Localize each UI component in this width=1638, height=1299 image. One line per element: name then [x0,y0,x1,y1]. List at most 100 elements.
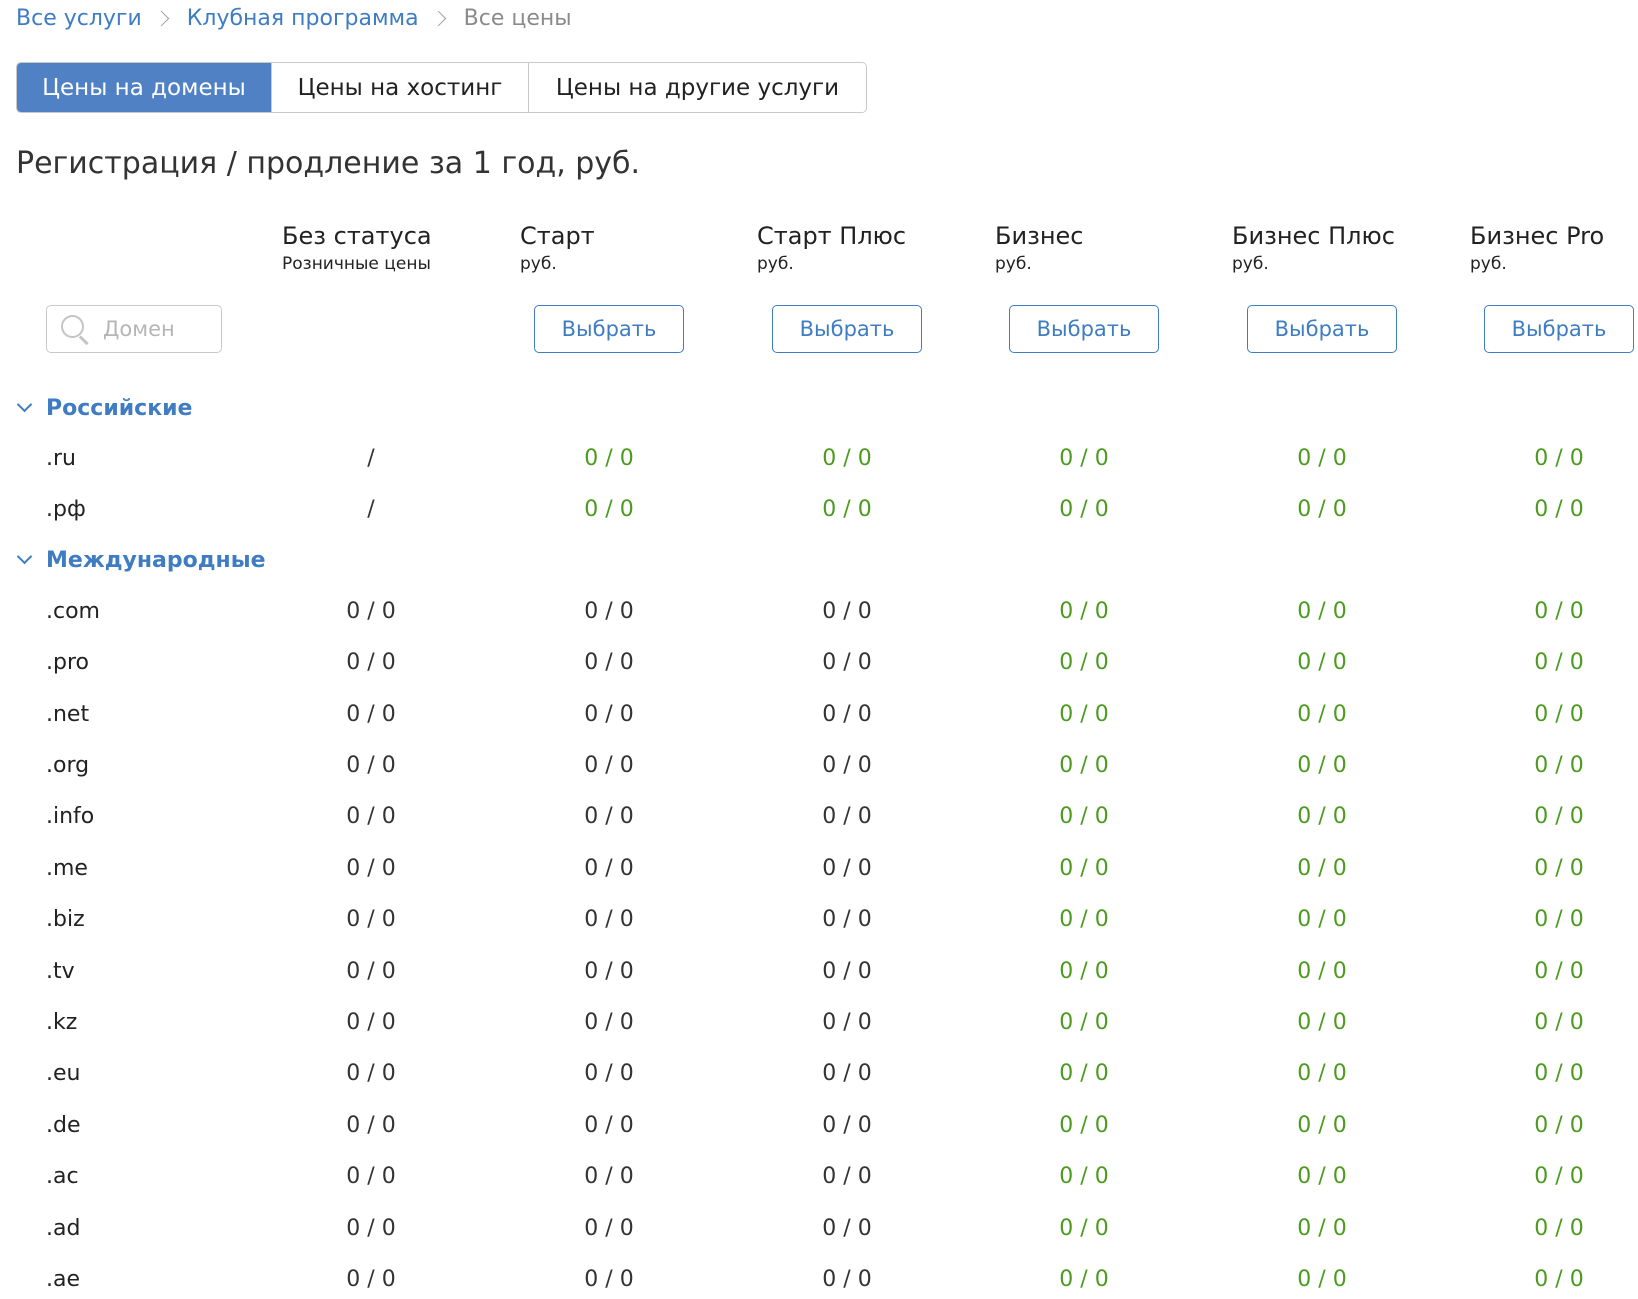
price-cell: 0 / 0 [822,701,872,727]
price-cell: 0 / 0 [1534,650,1584,676]
price-cell: 0 / 0 [1297,1215,1347,1241]
domain-search-input[interactable] [103,317,213,341]
tab-other-services-prices[interactable]: Цены на другие услуги [529,63,866,112]
domain-zone: .com [46,598,100,624]
search-icon [61,315,89,345]
price-cell: 0 / 0 [1297,1164,1347,1190]
column-header-name: Старт Плюс [757,222,907,250]
price-cell: 0 / 0 [822,1061,872,1087]
page-title: Регистрация / продление за 1 год, руб. [16,146,641,181]
price-cell: 0 / 0 [346,804,396,830]
price-cell: 0 / 0 [346,1164,396,1190]
group-label: Международные [46,548,266,574]
choose-plan-button[interactable]: Выбрать [1484,305,1634,353]
column-header-name: Бизнес Плюс [1232,222,1395,250]
price-cell: 0 / 0 [822,1112,872,1138]
price-cell: 0 / 0 [584,1267,634,1292]
domain-zone: .net [46,701,90,727]
price-cell: 0 / 0 [822,804,872,830]
breadcrumb: Все услуги Клубная программа Все цены [16,4,572,32]
price-cell: 0 / 0 [1297,804,1347,830]
price-cell: 0 / 0 [1059,753,1109,778]
breadcrumb-club-program[interactable]: Клубная программа [187,6,419,31]
choose-plan-button[interactable]: Выбрать [1009,305,1159,353]
table-row: .com 0 / 0 0 / 0 0 / 0 0 / 0 0 / 0 0 / 0 [0,592,1638,632]
price-cell: 0 / 0 [1297,1010,1347,1035]
table-row: .org 0 / 0 0 / 0 0 / 0 0 / 0 0 / 0 0 / 0 [0,746,1638,786]
price-cell: 0 / 0 [1059,855,1109,881]
price-cell: 0 / 0 [822,753,872,778]
price-cell: 0 / 0 [1534,907,1584,933]
price-cell: 0 / 0 [1297,753,1347,778]
price-cell: 0 / 0 [822,958,872,984]
price-cell: / [367,446,375,471]
price-cell: 0 / 0 [584,1215,634,1241]
price-cell: 0 / 0 [1297,855,1347,881]
choose-plan-button[interactable]: Выбрать [1247,305,1397,353]
price-cell: 0 / 0 [346,1010,396,1035]
table-row: .me 0 / 0 0 / 0 0 / 0 0 / 0 0 / 0 0 / 0 [0,849,1638,889]
price-cell: 0 / 0 [584,1061,634,1087]
price-cell: 0 / 0 [1534,446,1584,471]
price-cell: 0 / 0 [1059,701,1109,727]
column-header-subtitle: руб. [520,254,557,274]
tab-domain-prices[interactable]: Цены на домены [17,63,272,112]
breadcrumb-current: Все цены [463,5,572,31]
domain-zone: .eu [46,1061,81,1087]
price-cell: 0 / 0 [584,804,634,830]
price-cell: / [367,497,375,523]
price-cell: 0 / 0 [346,1215,396,1241]
price-cell: 0 / 0 [1534,753,1584,778]
group-label: Российские [46,395,193,421]
price-cell: 0 / 0 [1059,1164,1109,1190]
price-cell: 0 / 0 [584,907,634,933]
domain-zone: .biz [46,907,85,933]
price-cell: 0 / 0 [822,1164,872,1190]
price-cell: 0 / 0 [1059,958,1109,984]
choose-plan-button[interactable]: Выбрать [534,305,684,353]
group-header[interactable]: Российские [16,393,192,423]
column-header-subtitle: руб. [1232,254,1269,274]
price-cell: 0 / 0 [1534,804,1584,830]
domain-search[interactable] [46,305,222,353]
price-cell: 0 / 0 [822,497,872,523]
domain-zone: .org [46,753,90,778]
column-header-name: Бизнес Pro [1470,222,1605,250]
table-row: .рф / 0 / 0 0 / 0 0 / 0 0 / 0 0 / 0 [0,490,1638,530]
chevron-down-icon [16,396,33,412]
domain-zone: .рф [46,497,86,523]
price-cell: 0 / 0 [584,1164,634,1190]
column-header-subtitle: руб. [995,254,1032,274]
domain-zone: .kz [46,1010,78,1035]
column-header-subtitle: руб. [1470,254,1507,274]
group-header[interactable]: Международные [16,546,266,576]
price-cell: 0 / 0 [822,598,872,624]
domain-zone: .info [46,804,95,830]
price-cell: 0 / 0 [584,650,634,676]
price-cell: 0 / 0 [1534,1164,1584,1190]
column-header-name: Без статуса [282,222,432,250]
price-cell: 0 / 0 [346,907,396,933]
breadcrumb-all-services[interactable]: Все услуги [16,6,142,31]
choose-plan-button[interactable]: Выбрать [772,305,922,353]
table-row: .net 0 / 0 0 / 0 0 / 0 0 / 0 0 / 0 0 / 0 [0,695,1638,735]
price-cell: 0 / 0 [584,497,634,523]
price-cell: 0 / 0 [1059,650,1109,676]
price-cell: 0 / 0 [822,650,872,676]
price-cell: 0 / 0 [1059,598,1109,624]
price-cell: 0 / 0 [584,598,634,624]
table-row: .ad 0 / 0 0 / 0 0 / 0 0 / 0 0 / 0 0 / 0 [0,1209,1638,1249]
price-cell: 0 / 0 [1534,598,1584,624]
price-cell: 0 / 0 [346,958,396,984]
price-cell: 0 / 0 [346,1112,396,1138]
price-cell: 0 / 0 [346,855,396,881]
domain-zone: .ad [46,1215,81,1241]
table-row: .ac 0 / 0 0 / 0 0 / 0 0 / 0 0 / 0 0 / 0 [0,1157,1638,1197]
table-row: .kz 0 / 0 0 / 0 0 / 0 0 / 0 0 / 0 0 / 0 [0,1003,1638,1043]
price-cell: 0 / 0 [1297,1061,1347,1087]
column-header-name: Бизнес [995,222,1084,250]
price-cell: 0 / 0 [584,855,634,881]
domain-zone: .pro [46,650,89,676]
tab-hosting-prices[interactable]: Цены на хостинг [272,63,529,112]
price-cell: 0 / 0 [584,446,634,471]
